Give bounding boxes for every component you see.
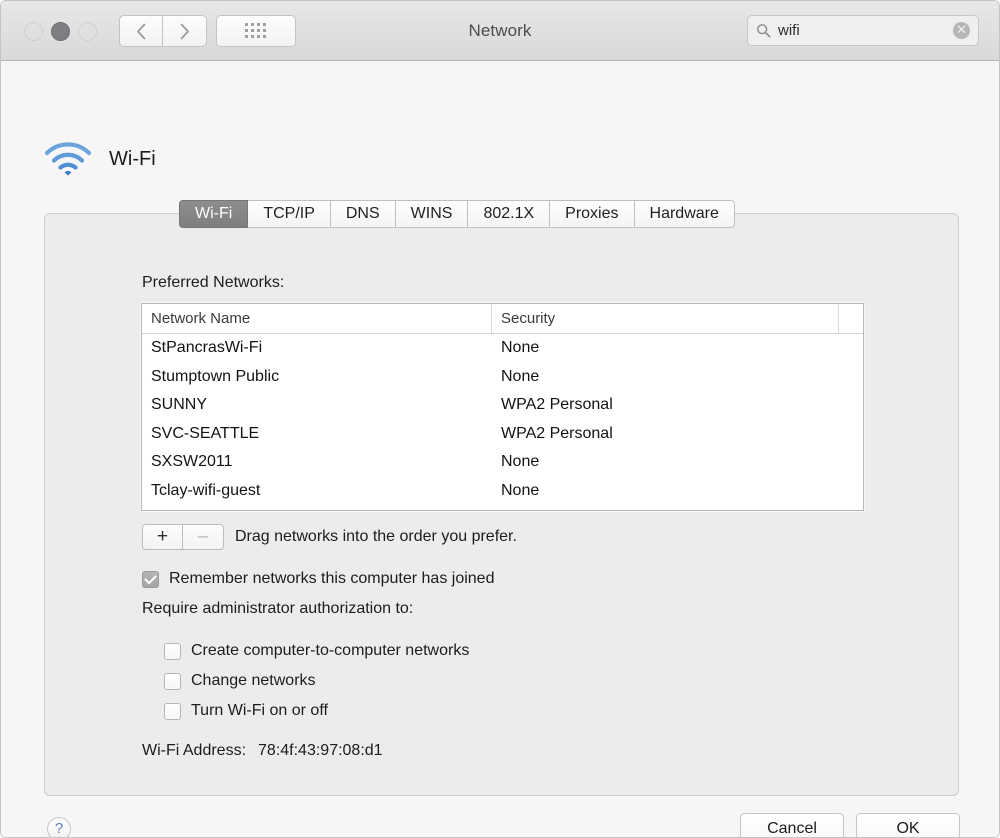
cell-security: None — [501, 481, 540, 499]
drag-order-hint: Drag networks into the order you prefer. — [235, 528, 517, 545]
column-header-security[interactable]: Security — [492, 304, 839, 333]
cancel-button[interactable]: Cancel — [740, 813, 844, 837]
table-header-row: Network Name Security — [142, 304, 863, 334]
search-field[interactable]: wifi ✕ — [747, 15, 979, 46]
cell-security: WPA2 Personal — [501, 424, 613, 442]
remember-networks-checkbox[interactable] — [142, 570, 159, 588]
ok-button[interactable]: OK — [856, 813, 960, 837]
toggle-wifi-checkbox[interactable] — [164, 702, 181, 720]
cell-network-name: SXSW2011 — [151, 453, 233, 471]
wifi-icon — [44, 142, 92, 176]
search-icon — [757, 24, 771, 38]
tab-bar: Wi-Fi TCP/IP DNS WINS 802.1X Proxies Har… — [179, 200, 735, 228]
cell-security: None — [501, 367, 540, 385]
table-row[interactable]: Tclay-wifi-guest None — [142, 477, 863, 506]
change-networks-checkbox[interactable] — [164, 672, 181, 690]
footer-button-group: Cancel OK — [740, 813, 960, 837]
remember-networks-row[interactable]: Remember networks this computer has join… — [142, 570, 494, 588]
service-header: Wi-Fi — [44, 141, 156, 177]
cell-network-name: SUNNY — [151, 396, 208, 414]
preferred-networks-table[interactable]: Network Name Security StPancrasWi-Fi Non… — [141, 303, 864, 511]
tab-wins[interactable]: WINS — [395, 200, 469, 228]
window-content: Wi-Fi Wi-Fi TCP/IP DNS WINS 802.1X Proxi… — [1, 61, 999, 837]
wifi-address-label: Wi-Fi Address: — [142, 742, 247, 759]
service-name: Wi-Fi — [109, 147, 156, 170]
add-remove-network-group: + – — [142, 524, 224, 550]
table-row[interactable]: SXSW2011 None — [142, 448, 863, 477]
tab-proxies[interactable]: Proxies — [550, 200, 635, 228]
wifi-settings-panel: Preferred Networks: Network Name Securit… — [44, 213, 959, 796]
cell-security: None — [501, 453, 540, 471]
require-admin-label: Require administrator authorization to: — [142, 600, 414, 617]
tab-wifi[interactable]: Wi-Fi — [179, 200, 249, 228]
change-networks-label: Change networks — [191, 672, 316, 689]
create-networks-checkbox[interactable] — [164, 642, 181, 660]
help-button[interactable]: ? — [47, 817, 71, 837]
column-header-spacer — [839, 304, 863, 333]
preferred-networks-label: Preferred Networks: — [142, 274, 285, 291]
create-networks-label: Create computer-to-computer networks — [191, 642, 470, 659]
table-body: StPancrasWi-Fi None Stumptown Public Non… — [142, 334, 863, 505]
add-network-button[interactable]: + — [142, 524, 183, 550]
table-row[interactable]: SVC-SEATTLE WPA2 Personal — [142, 420, 863, 449]
search-clear-icon[interactable]: ✕ — [953, 22, 970, 39]
tab-tcpip[interactable]: TCP/IP — [248, 200, 331, 228]
table-row[interactable]: SUNNY WPA2 Personal — [142, 391, 863, 420]
search-input-value[interactable]: wifi — [778, 22, 953, 39]
remove-network-button: – — [183, 524, 224, 550]
column-header-network-name[interactable]: Network Name — [142, 304, 492, 333]
cell-network-name: Stumptown Public — [151, 367, 280, 385]
tab-8021x[interactable]: 802.1X — [468, 200, 551, 228]
wifi-address-row: Wi-Fi Address: 78:4f:43:97:08:d1 — [142, 742, 383, 760]
cell-network-name: SVC-SEATTLE — [151, 424, 260, 442]
toggle-wifi-label: Turn Wi-Fi on or off — [191, 702, 328, 719]
tab-dns[interactable]: DNS — [330, 200, 396, 228]
network-preferences-window: Network wifi ✕ Wi-Fi Wi-Fi TCP/IP DNS WI… — [0, 0, 1000, 838]
require-change-networks-row[interactable]: Change networks — [164, 672, 316, 690]
window-titlebar: Network wifi ✕ — [1, 1, 999, 61]
table-row[interactable]: Stumptown Public None — [142, 363, 863, 392]
wifi-address-value: 78:4f:43:97:08:d1 — [258, 742, 383, 759]
require-create-networks-row[interactable]: Create computer-to-computer networks — [164, 642, 469, 660]
cell-security: WPA2 Personal — [501, 396, 613, 414]
cell-security: None — [501, 339, 540, 357]
tab-hardware[interactable]: Hardware — [634, 200, 735, 228]
require-toggle-wifi-row[interactable]: Turn Wi-Fi on or off — [164, 702, 328, 720]
table-row[interactable]: StPancrasWi-Fi None — [142, 334, 863, 363]
cell-network-name: StPancrasWi-Fi — [151, 339, 263, 357]
remember-networks-label: Remember networks this computer has join… — [169, 570, 495, 587]
cell-network-name: Tclay-wifi-guest — [151, 481, 261, 499]
